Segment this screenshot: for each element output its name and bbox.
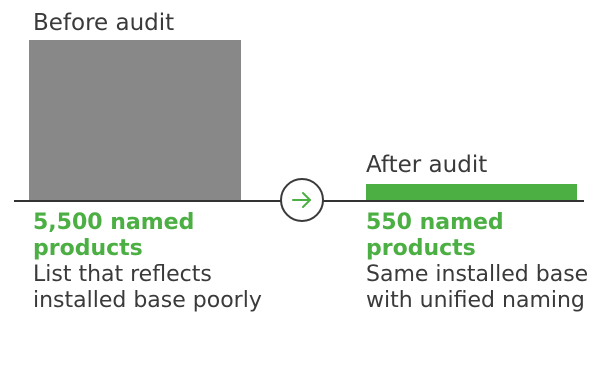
after-description: Same installed base with unified naming bbox=[366, 262, 589, 313]
before-count: 5,500 named products bbox=[33, 210, 195, 261]
before-audit-label: Before audit bbox=[33, 10, 175, 36]
after-audit-label: After audit bbox=[366, 152, 488, 178]
before-audit-bar bbox=[29, 40, 241, 200]
after-count: 550 named products bbox=[366, 210, 504, 261]
transition-arrow bbox=[280, 178, 324, 222]
before-caption: 5,500 named products List that reflects … bbox=[33, 210, 273, 314]
after-audit-bar bbox=[366, 184, 577, 200]
after-caption: 550 named products Same installed base w… bbox=[366, 210, 598, 314]
before-description: List that reflects installed base poorly bbox=[33, 262, 262, 313]
arrow-right-icon bbox=[292, 192, 311, 208]
